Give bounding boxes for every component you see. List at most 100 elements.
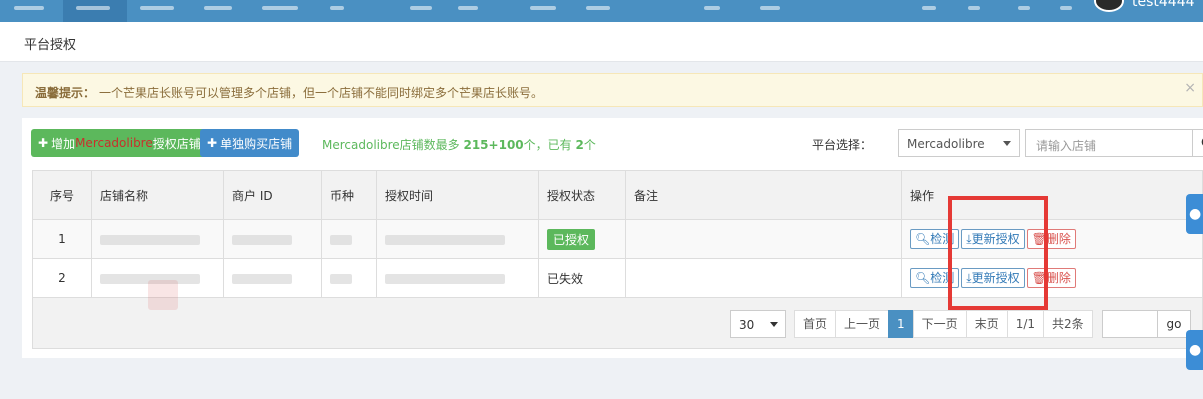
chat-icon: ● [1189,342,1202,358]
nav-item[interactable] [262,6,298,10]
quota-prefix: Mercadolibre店铺数最多 [322,138,460,152]
col-shop-name: 店铺名称 [91,170,224,220]
actions-cell: 🔍︎检测 ⤓更新授权 🗑︎删除 [901,219,1203,259]
quota-have: 2 [575,138,584,152]
shop-auth-table: 序号 店铺名称 商户 ID 币种 授权时间 授权状态 备注 操作 1 已授权 � [32,170,1203,298]
table-header-row: 序号 店铺名称 商户 ID 币种 授权时间 授权状态 备注 操作 [32,170,1203,220]
buy-button-label: 单独购买店铺 [220,136,293,151]
page-links: 首页 上一页 1 下一页 末页 1/1 共2条 [794,310,1093,338]
search-button[interactable] [1192,129,1203,157]
merchant-id-cell [223,258,322,298]
trash-icon: 🗑︎ [1031,271,1047,285]
nav-item[interactable] [760,6,780,10]
pagination-bar: 30 首页 上一页 1 下一页 末页 1/1 共2条 go [32,298,1203,349]
shop-search-input[interactable]: 请输入店铺 [1025,129,1193,157]
currency-cell [321,219,377,259]
total-count: 共2条 [1043,310,1093,338]
shop-name-cell [91,219,224,259]
check-button[interactable]: 🔍︎检测 [910,268,960,288]
actions-cell: 🔍︎检测 ⤓更新授权 🗑︎删除 [901,258,1203,298]
table-row: 1 已授权 🔍︎检测 ⤓更新授权 🗑︎删除 [32,219,1203,259]
add-button-label: 增加 [51,136,76,151]
customer-service-tab[interactable]: ● [1186,194,1203,234]
nav-item[interactable] [458,6,478,10]
close-icon[interactable]: × [1184,80,1196,96]
merchant-id-cell [223,219,322,259]
redacted-text [100,234,200,245]
check-label: 检测 [930,232,955,246]
platform-select-value: Mercadolibre [907,137,985,151]
last-page-button[interactable]: 末页 [965,310,1008,338]
chevron-down-icon [1003,141,1011,146]
next-page-button[interactable]: 下一页 [912,310,967,338]
goto-page-input[interactable] [1102,310,1158,338]
platform-select[interactable]: Mercadolibre [898,129,1020,157]
nav-item[interactable] [530,6,556,10]
nav-icon[interactable] [968,6,980,10]
col-merchant-id: 商户 ID [223,170,322,220]
buy-shop-button[interactable]: ✚ 单独购买店铺 [200,129,300,157]
nav-icon[interactable] [1018,6,1030,10]
col-actions: 操作 [901,170,1203,220]
check-label: 检测 [930,271,955,285]
nav-item[interactable] [14,6,44,10]
check-button[interactable]: 🔍︎检测 [910,229,960,249]
delete-button[interactable]: 🗑︎删除 [1026,229,1076,249]
platform-label: 平台选择： [812,138,873,152]
plus-icon: ✚ [38,136,49,150]
nav-item[interactable] [204,6,232,10]
quota-mid: 个，已有 [523,138,572,152]
page-size-select[interactable]: 30 [730,310,786,338]
nav-icon[interactable] [922,6,936,10]
nav-item[interactable] [76,6,110,10]
redacted-text [385,273,505,284]
col-currency: 币种 [321,170,377,220]
page-info: 1/1 [1006,310,1045,338]
nav-item[interactable] [410,6,432,10]
chat-tab[interactable]: ● [1186,330,1203,370]
search-icon [1201,138,1203,146]
avatar[interactable] [1094,0,1124,12]
renew-label: 更新授权 [971,271,1020,285]
quota-suffix: 个 [583,138,596,152]
auth-status-cell: 已失效 [538,258,626,298]
active-nav-item[interactable] [63,0,127,22]
redacted-text [385,234,505,245]
auth-time-cell [376,258,539,298]
current-page-button[interactable]: 1 [888,310,914,338]
renew-label: 更新授权 [971,232,1020,246]
renew-auth-button[interactable]: ⤓更新授权 [961,229,1025,249]
page-size-value: 30 [739,318,755,332]
status-badge: 已授权 [547,228,596,250]
redacted-text [330,273,352,284]
row-index: 2 [32,258,92,298]
trash-icon: 🗑︎ [1031,232,1047,246]
search-icon: 🔍︎ [915,271,931,285]
add-button-suffix: 授权店铺 [152,136,201,151]
user-name[interactable]: test4444 [1132,0,1195,10]
nav-item[interactable] [330,6,344,10]
table-row: 2 已失效 🔍︎检测 ⤓更新授权 🗑︎删除 [32,258,1203,298]
first-page-button[interactable]: 首页 [794,310,837,338]
alert-message: 一个芒果店长账号可以管理多个店铺，但一个店铺不能同时绑定多个芒果店长账号。 [99,86,544,100]
page-title: 平台授权 [24,38,77,53]
page-header: 平台授权 [0,22,1203,62]
shop-quota-text: Mercadolibre店铺数最多 215+100个，已有 2个 [322,136,596,153]
chevron-down-icon [770,322,778,327]
col-remark: 备注 [625,170,902,220]
add-authorized-shop-button[interactable]: ✚ 增加 Mercadolibre 授权店铺 [31,129,208,157]
prev-page-button[interactable]: 上一页 [835,310,890,338]
user-icon: ● [1189,206,1202,222]
nav-item[interactable] [140,6,174,10]
add-button-platform: Mercadolibre [75,136,153,150]
col-auth-status: 授权状态 [538,170,626,220]
row-index: 1 [32,219,92,259]
delete-button[interactable]: 🗑︎删除 [1026,268,1076,288]
delete-label: 删除 [1046,232,1071,246]
auth-status-cell: 已授权 [538,219,626,259]
renew-auth-button[interactable]: ⤓更新授权 [961,268,1025,288]
nav-item[interactable] [586,6,610,10]
nav-icon[interactable] [1060,6,1072,10]
nav-item[interactable] [704,6,720,10]
alert-title: 温馨提示： [35,86,96,100]
